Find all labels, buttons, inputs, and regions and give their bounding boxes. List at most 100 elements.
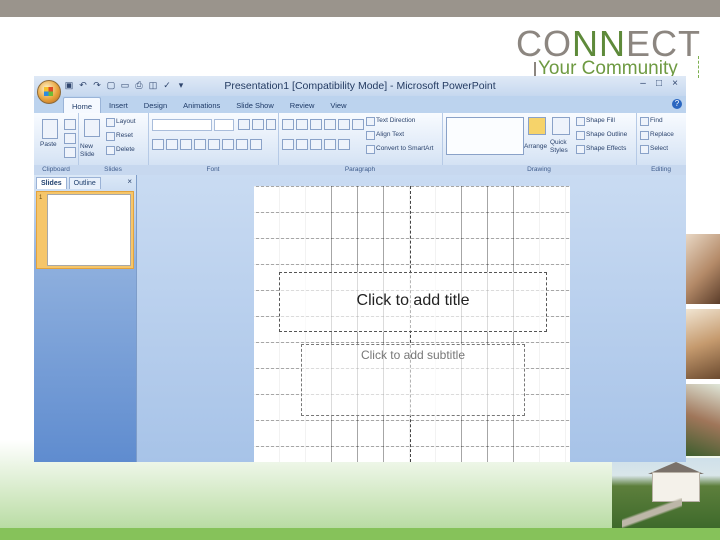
convert-smartart-button[interactable]: Convert to SmartArt: [376, 145, 433, 153]
shape-outline-button[interactable]: Shape Outline: [586, 131, 627, 139]
shape-outline-icon[interactable]: [576, 131, 585, 140]
template-bottom-bar: [0, 528, 720, 540]
tab-design[interactable]: Design: [136, 97, 175, 113]
shape-fill-icon[interactable]: [576, 117, 585, 126]
spacing-icon[interactable]: [222, 139, 234, 150]
font-size-combo[interactable]: [214, 119, 234, 131]
tab-outline[interactable]: Outline: [68, 177, 101, 189]
bullets-icon[interactable]: [282, 119, 294, 130]
new-slide-button[interactable]: New Slide: [80, 143, 102, 159]
group-editing: Find Replace Select Editing: [636, 113, 686, 175]
distribute-icon[interactable]: [338, 139, 350, 150]
office-button[interactable]: [37, 80, 61, 104]
reset-button[interactable]: Reset: [116, 132, 133, 140]
quick-styles-button[interactable]: Quick Styles: [550, 139, 572, 155]
font-color-icon[interactable]: [250, 139, 262, 150]
strikethrough-icon[interactable]: [194, 139, 206, 150]
photo-person-1: [686, 234, 720, 304]
shape-effects-icon[interactable]: [576, 145, 585, 154]
line-spacing-icon[interactable]: [338, 119, 350, 130]
photo-person-3: [686, 384, 720, 456]
group-label-paragraph: Paragraph: [278, 165, 442, 175]
title-placeholder[interactable]: Click to add title: [279, 272, 547, 332]
group-drawing: Arrange Quick Styles Shape Fill Shape Ou…: [442, 113, 637, 175]
tab-slide-show[interactable]: Slide Show: [228, 97, 282, 113]
tab-review[interactable]: Review: [282, 97, 323, 113]
smartart-icon[interactable]: [366, 145, 375, 154]
connect-logo: CONNECT Your Community: [516, 23, 706, 86]
select-button[interactable]: Select: [650, 145, 668, 153]
new-slide-icon[interactable]: [84, 119, 100, 137]
replace-icon[interactable]: [640, 131, 649, 140]
paste-icon[interactable]: [42, 119, 58, 139]
arrange-icon[interactable]: [528, 117, 546, 135]
tab-slides[interactable]: Slides: [36, 177, 67, 189]
copy-icon[interactable]: [64, 133, 76, 144]
text-direction-button[interactable]: Text Direction: [376, 117, 415, 125]
text-direction-icon[interactable]: [366, 117, 375, 126]
font-name-combo[interactable]: [152, 119, 212, 131]
logo-wordmark: CONNECT: [516, 23, 701, 64]
cut-icon[interactable]: [64, 119, 76, 130]
delete-button[interactable]: Delete: [116, 146, 135, 154]
photo-person-2: [686, 309, 720, 379]
subtitle-placeholder[interactable]: Click to add subtitle: [301, 344, 525, 416]
tab-view[interactable]: View: [322, 97, 354, 113]
align-right-icon[interactable]: [310, 139, 322, 150]
justify-icon[interactable]: [324, 139, 336, 150]
tab-home[interactable]: Home: [63, 97, 102, 114]
shape-effects-button[interactable]: Shape Effects: [586, 145, 626, 153]
arrange-button[interactable]: Arrange: [524, 143, 547, 151]
shapes-gallery[interactable]: [446, 117, 524, 155]
help-icon[interactable]: ?: [672, 99, 682, 109]
columns-icon[interactable]: [352, 119, 364, 130]
reset-icon[interactable]: [106, 132, 115, 141]
select-icon[interactable]: [640, 145, 649, 154]
minimize-icon[interactable]: –: [636, 78, 650, 90]
delete-icon[interactable]: [106, 146, 115, 155]
tab-animations[interactable]: Animations: [175, 97, 228, 113]
logo-arrow-icon: [688, 56, 699, 78]
tab-insert[interactable]: Insert: [101, 97, 136, 113]
shadow-icon[interactable]: [208, 139, 220, 150]
maximize-icon[interactable]: □: [652, 78, 666, 90]
change-case-icon[interactable]: [236, 139, 248, 150]
slides-pane: Slides Outline × 1: [34, 175, 137, 462]
increase-indent-icon[interactable]: [324, 119, 336, 130]
format-painter-icon[interactable]: [64, 147, 76, 158]
underline-icon[interactable]: [180, 139, 192, 150]
group-paragraph: Text Direction Align Text Convert to Sma…: [278, 113, 443, 175]
layout-icon[interactable]: [106, 118, 115, 127]
align-center-icon[interactable]: [296, 139, 308, 150]
decrease-indent-icon[interactable]: [310, 119, 322, 130]
find-icon[interactable]: [640, 117, 649, 126]
title-bar: ▣ ↶ ↷ ▢ ▭ ⎙ ◫ ✓ ▾ Presentation1 [Compati…: [34, 76, 686, 96]
paste-button-label[interactable]: Paste: [40, 141, 57, 149]
slide-thumbnail[interactable]: [47, 194, 131, 266]
align-left-icon[interactable]: [282, 139, 294, 150]
quick-styles-icon[interactable]: [552, 117, 570, 135]
bold-icon[interactable]: [152, 139, 164, 150]
align-text-button[interactable]: Align Text: [376, 131, 404, 139]
find-button[interactable]: Find: [650, 117, 663, 125]
slide-canvas[interactable]: Click to add title Click to add subtitle: [254, 186, 570, 462]
italic-icon[interactable]: [166, 139, 178, 150]
slide-thumbnail-number: 1: [39, 195, 43, 201]
align-text-icon[interactable]: [366, 131, 375, 140]
slide-thumbnail-selected[interactable]: 1: [36, 191, 134, 269]
ribbon-tabs: Home Insert Design Animations Slide Show…: [63, 97, 355, 114]
shape-fill-button[interactable]: Shape Fill: [586, 117, 615, 125]
shrink-font-icon[interactable]: [252, 119, 264, 130]
numbering-icon[interactable]: [296, 119, 308, 130]
subtitle-placeholder-text: Click to add subtitle: [360, 348, 466, 362]
clear-format-icon[interactable]: [266, 119, 276, 130]
template-top-bar: [0, 0, 720, 17]
pane-close-icon[interactable]: ×: [127, 177, 132, 186]
replace-button[interactable]: Replace: [650, 131, 674, 139]
layout-button[interactable]: Layout: [116, 118, 136, 126]
close-icon[interactable]: ×: [668, 78, 682, 90]
window-title: Presentation1 [Compatibility Mode] - Mic…: [224, 80, 496, 92]
pane-tabs: Slides Outline: [36, 177, 101, 189]
grow-font-icon[interactable]: [238, 119, 250, 130]
group-font: Font: [148, 113, 279, 175]
